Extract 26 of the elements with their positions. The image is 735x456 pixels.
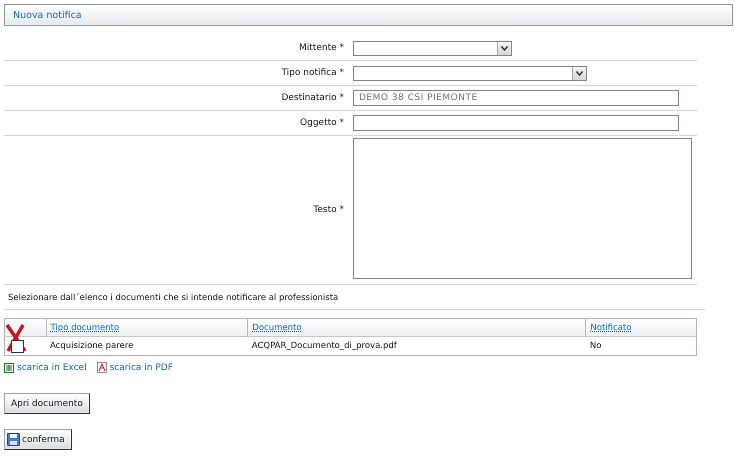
select-field[interactable] xyxy=(353,40,512,56)
export-link[interactable]: scarica in Excel xyxy=(4,362,87,373)
select-field[interactable] xyxy=(353,66,587,80)
table-cell: ACQPAR_Documento_di_prova.pdf xyxy=(248,336,586,356)
field-label: Tipo notifica * xyxy=(280,68,344,78)
column-header-link[interactable]: Documento xyxy=(252,322,302,332)
field-label: Oggetto * xyxy=(299,118,344,128)
spreadsheet-icon xyxy=(4,362,14,372)
dropdown-caret-icon xyxy=(501,46,508,50)
save-icon xyxy=(7,433,20,446)
column-header-link[interactable]: Tipo documento xyxy=(50,322,120,332)
export-link[interactable]: scarica in PDF xyxy=(96,362,173,373)
field-label: Destinatario * xyxy=(280,93,344,103)
field-label: Mittente * xyxy=(298,43,344,53)
pdf-icon xyxy=(96,362,107,373)
table-cell: Acquisizione parere xyxy=(46,336,248,356)
cross-mark-icon xyxy=(5,323,27,353)
table-cell: No xyxy=(586,336,696,356)
open-document-button[interactable]: Apri documento xyxy=(4,393,90,414)
panel-title: Nuova notifica xyxy=(4,4,733,26)
confirm-button[interactable]: conferma xyxy=(4,429,72,450)
dropdown-caret-icon xyxy=(576,70,583,76)
text-field[interactable] xyxy=(353,115,679,131)
row-checkbox[interactable] xyxy=(11,340,24,352)
field-label: Testo * xyxy=(312,205,344,215)
instruction-text: Selezionare dall´elenco i documenti che si intende notificare al professionista xyxy=(4,285,705,310)
